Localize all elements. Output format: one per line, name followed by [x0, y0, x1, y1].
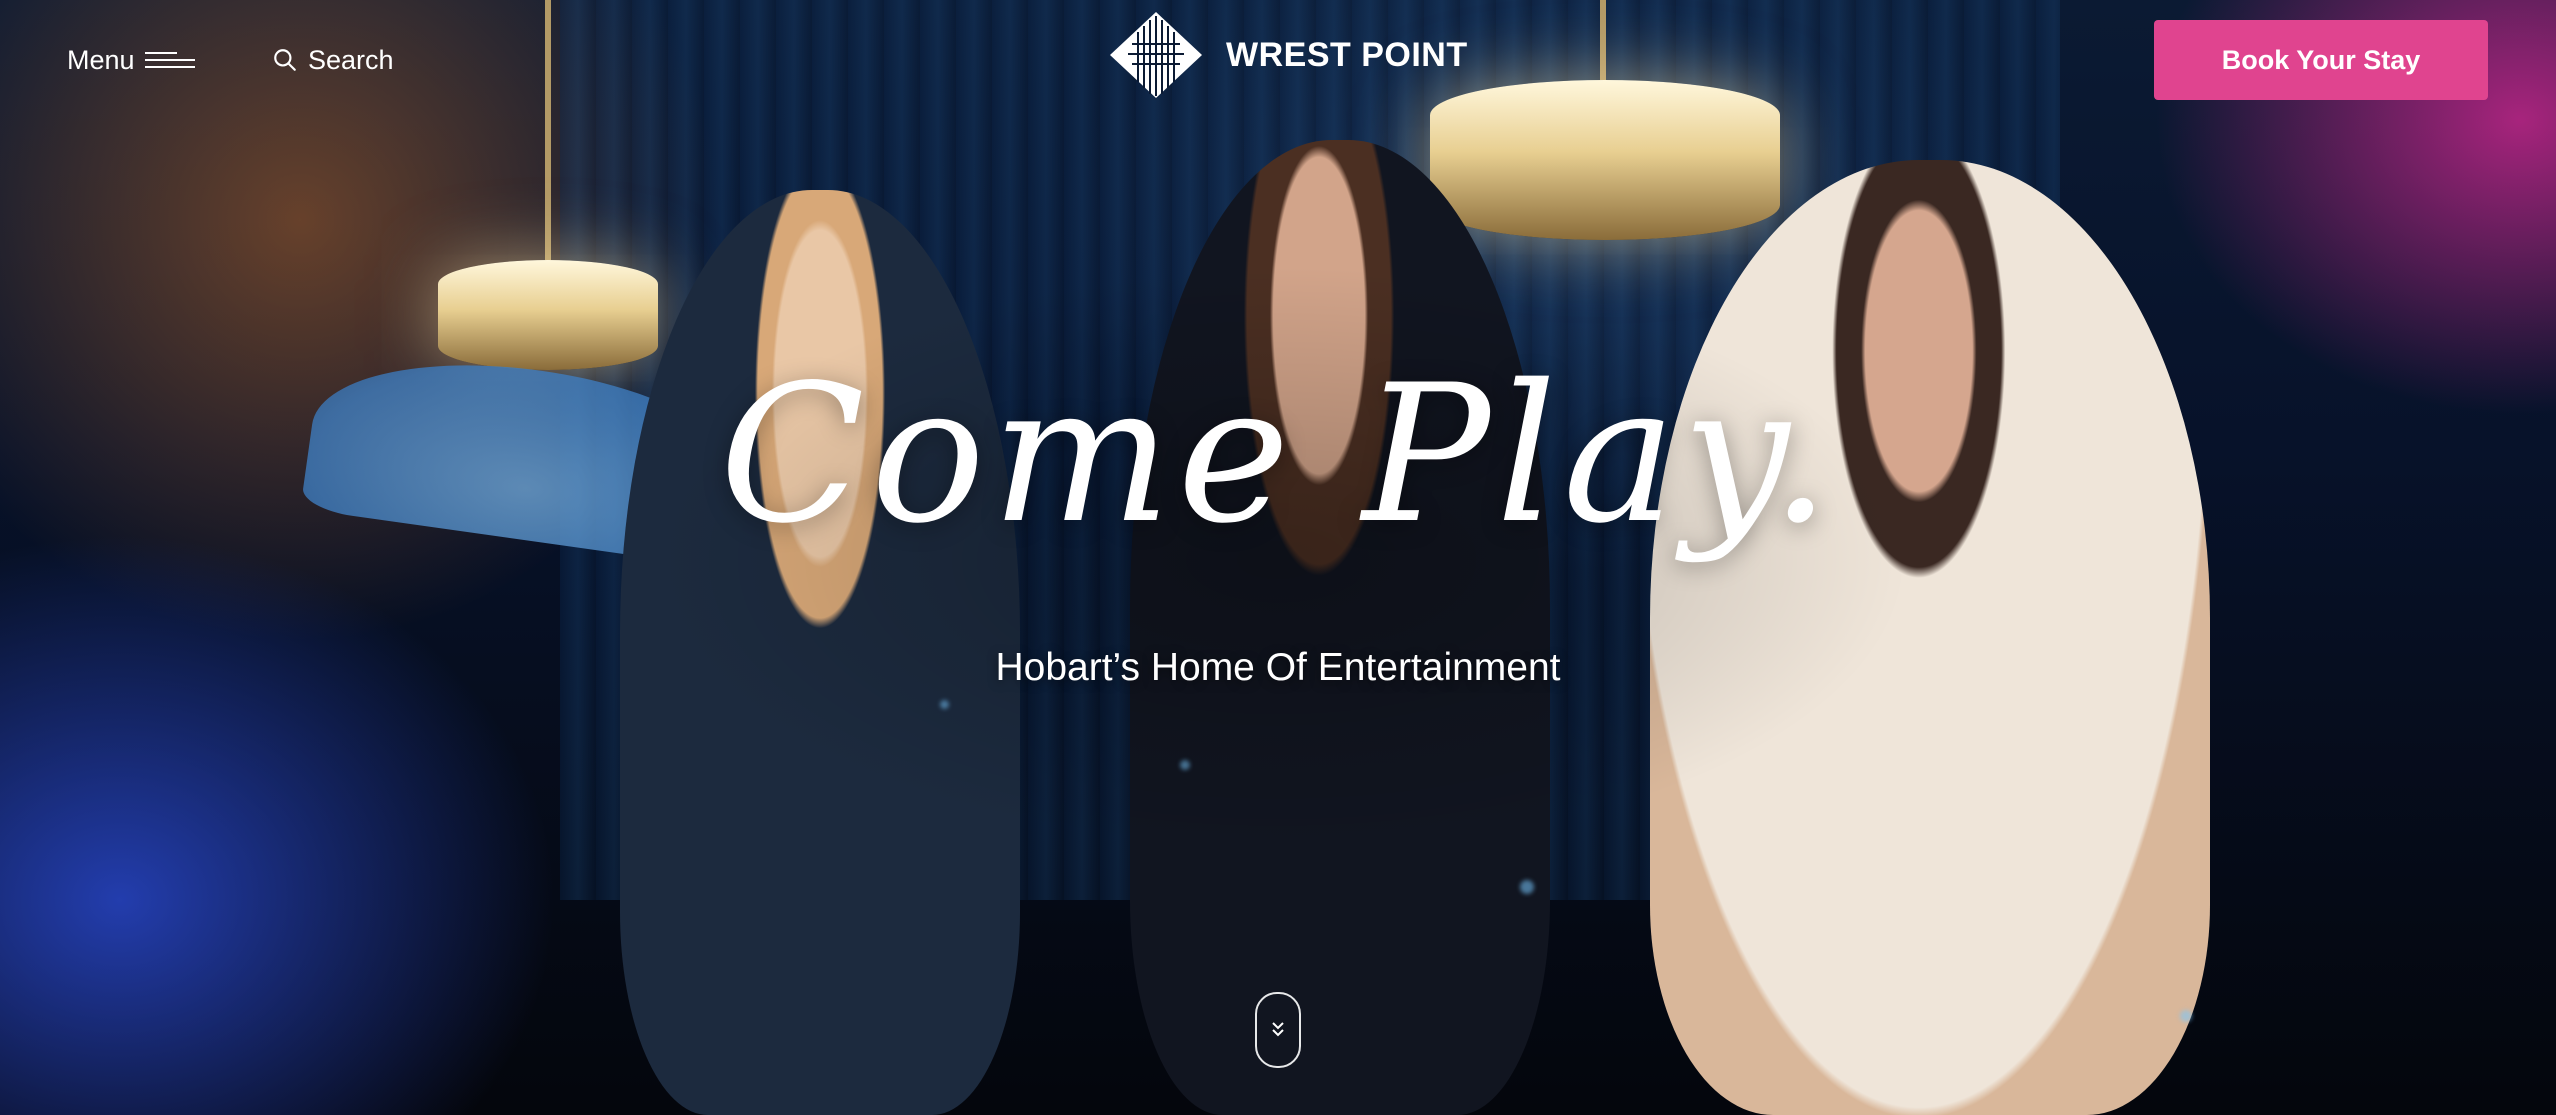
menu-label: Menu — [67, 44, 135, 75]
menu-button[interactable]: Menu — [67, 42, 195, 78]
double-chevron-down-icon — [1272, 1022, 1284, 1037]
hero-section: Menu Search WREST POINT Book Your Stay C… — [0, 0, 2556, 1115]
scroll-down-button[interactable] — [1255, 992, 1301, 1068]
brand-logo-link[interactable]: WREST POINT — [1108, 10, 1468, 100]
hamburger-menu-icon — [144, 52, 195, 68]
search-label: Search — [308, 44, 394, 75]
hero-subheadline: Hobart’s Home Of Entertainment — [995, 646, 1561, 689]
search-icon — [274, 49, 296, 71]
wrest-point-logo — [1110, 12, 1202, 98]
brand-name: WREST POINT — [1226, 35, 1468, 74]
hero-headline: Come Play. — [719, 344, 1837, 565]
search-button[interactable]: Search — [272, 42, 394, 78]
book-your-stay-button[interactable]: Book Your Stay — [2154, 20, 2488, 100]
